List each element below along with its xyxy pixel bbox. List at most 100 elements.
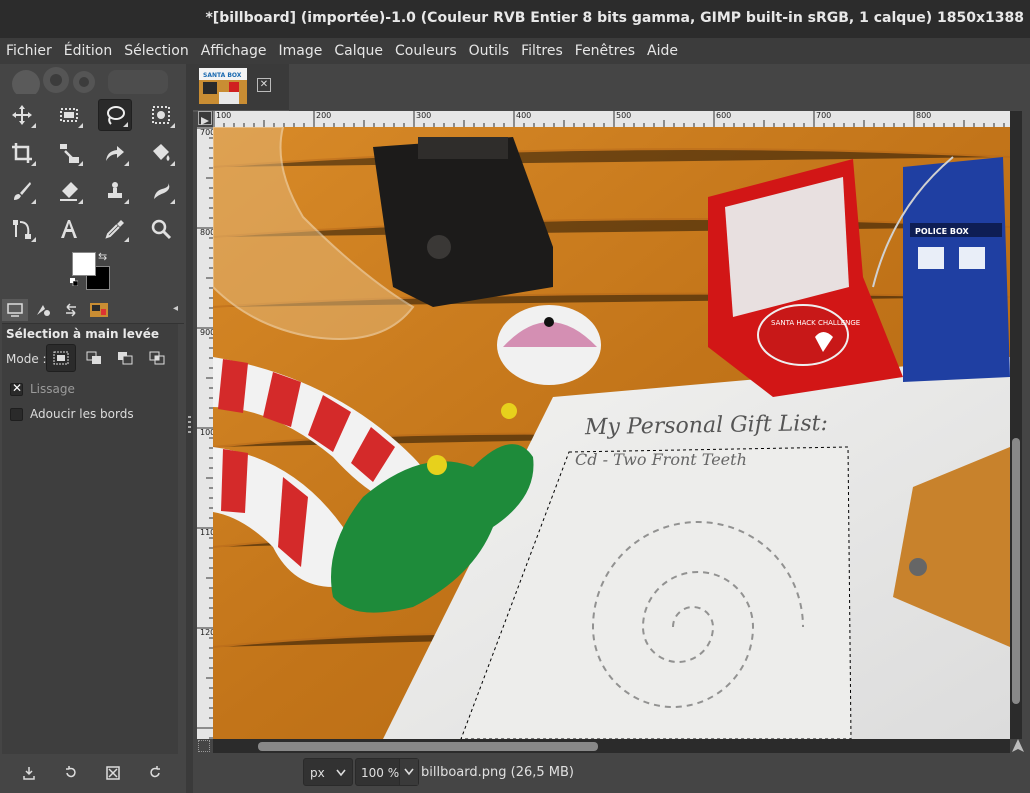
undo-history-icon — [66, 303, 76, 317]
h-ruler-label: 300 — [416, 111, 432, 120]
delete-tool-preset-button[interactable] — [102, 762, 124, 784]
v-ruler-label: 1000 — [200, 428, 213, 437]
menu-image[interactable]: Image — [273, 43, 329, 59]
gift-list-title: My Personal Gift List: — [584, 411, 828, 440]
bucket-fill-tool[interactable] — [144, 137, 178, 169]
tool-options-heading: Sélection à main levée — [6, 327, 160, 341]
h-ruler-label: 400 — [516, 111, 532, 120]
image-canvas[interactable]: My Personal Gift List: Cd - Two Front Te… — [213, 127, 1010, 739]
v-ruler-label: 900 — [200, 328, 213, 337]
horizontal-ruler[interactable]: 100 200 300 400 500 600 700 800 — [213, 111, 1010, 127]
v-ruler-label: 700 — [200, 128, 213, 137]
mode-subtract-button[interactable] — [110, 344, 140, 372]
h-ruler-label: 200 — [316, 111, 332, 120]
vertical-scrollbar[interactable] — [1010, 111, 1022, 739]
menu-affichage[interactable]: Affichage — [195, 43, 273, 59]
text-icon — [61, 220, 77, 238]
tab-tool-options[interactable] — [2, 299, 28, 321]
paths-tool[interactable] — [5, 213, 39, 245]
foreground-color-swatch[interactable] — [72, 252, 96, 276]
horizontal-scrollbar[interactable] — [213, 739, 1010, 753]
menu-edition[interactable]: Édition — [58, 43, 118, 59]
lasso-tool[interactable] — [98, 99, 132, 131]
menu-selection[interactable]: Sélection — [118, 43, 195, 59]
mode-subtract-icon — [118, 352, 133, 365]
separator-grip[interactable] — [188, 416, 191, 434]
navigate-arrow-icon — [201, 117, 209, 125]
save-tool-preset-button[interactable] — [18, 762, 40, 784]
mode-replace-button[interactable] — [46, 344, 76, 372]
swap-colors-icon[interactable]: ⇆ — [98, 250, 107, 263]
mode-intersect-button[interactable] — [142, 344, 172, 372]
tool-options-icon — [7, 303, 23, 317]
color-picker-tool[interactable] — [98, 213, 132, 245]
reset-colors-icon[interactable] — [70, 278, 78, 286]
feather-checkbox[interactable] — [10, 408, 23, 421]
coin-text: SANTA HACK CHALLENGE — [771, 319, 860, 327]
navigate-image-button[interactable] — [1010, 738, 1026, 754]
image-thumbnail-icon — [90, 303, 108, 317]
window-title: *[billboard] (importée)-1.0 (Couleur RVB… — [205, 10, 1024, 26]
chevron-down-icon — [404, 768, 414, 776]
image-tab-thumbnail: SANTA BOX — [199, 68, 247, 104]
menu-fenetres[interactable]: Fenêtres — [569, 43, 641, 59]
quick-mask-nav-button[interactable] — [198, 111, 212, 125]
feather-label: Adoucir les bords — [30, 407, 134, 421]
reset-icon — [150, 766, 160, 778]
fuzzy-select-tool[interactable] — [144, 99, 178, 131]
eraser-tool[interactable] — [52, 175, 86, 207]
warp-tool[interactable] — [98, 137, 132, 169]
h-ruler-label: 100 — [216, 111, 232, 120]
unit-select[interactable]: px — [303, 758, 353, 786]
horizontal-scrollbar-thumb[interactable] — [258, 742, 598, 751]
image-tab[interactable]: SANTA BOX ✕ — [193, 64, 289, 112]
menu-couleurs[interactable]: Couleurs — [389, 43, 463, 59]
menu-calque[interactable]: Calque — [328, 43, 389, 59]
zoom-icon — [151, 219, 172, 240]
wilber-logo — [8, 66, 178, 94]
vertical-scrollbar-thumb[interactable] — [1012, 438, 1020, 704]
delete-icon — [106, 766, 120, 780]
vertical-ruler[interactable]: 700 800 900 1000 1100 1200 — [197, 127, 213, 739]
panel-separator[interactable] — [186, 64, 193, 793]
tool-options-panel: Sélection à main levée Mode : Lissage Ad… — [2, 324, 178, 754]
move-tool[interactable] — [5, 99, 39, 131]
antialias-label: Lissage — [30, 382, 75, 396]
dock-menu-icon[interactable]: ◂ — [173, 303, 178, 314]
menu-fichier[interactable]: Fichier — [0, 43, 58, 59]
paintbrush-tool[interactable] — [5, 175, 39, 207]
zoom-select[interactable]: 100 % — [355, 758, 419, 786]
v-ruler-label: 800 — [200, 228, 213, 237]
menu-aide[interactable]: Aide — [641, 43, 684, 59]
rect-select-tool[interactable] — [52, 99, 86, 131]
restore-tool-preset-button[interactable] — [60, 762, 82, 784]
ruler-ticks — [213, 111, 1005, 127]
menu-outils[interactable]: Outils — [463, 43, 515, 59]
mode-label: Mode : — [6, 352, 47, 366]
tab-undo-history[interactable] — [58, 299, 84, 321]
reset-tool-options-button[interactable] — [144, 762, 166, 784]
smudge-tool[interactable] — [144, 175, 178, 207]
mode-add-button[interactable] — [79, 344, 109, 372]
transform-tool[interactable] — [52, 137, 86, 169]
mode-intersect-icon — [149, 351, 165, 365]
tab-device-status[interactable] — [30, 299, 56, 321]
clone-tool[interactable] — [98, 175, 132, 207]
zoom-dropdown-button[interactable] — [399, 759, 418, 785]
h-ruler-label: 700 — [816, 111, 832, 120]
menu-filtres[interactable]: Filtres — [515, 43, 569, 59]
device-status-icon — [37, 305, 50, 316]
antialias-checkbox[interactable] — [10, 381, 23, 396]
tab-images[interactable] — [86, 299, 112, 321]
h-ruler-label: 500 — [616, 111, 632, 120]
zoom-tool[interactable] — [144, 213, 178, 245]
toggle-quick-mask-button[interactable] — [198, 740, 210, 752]
close-tab-icon[interactable]: ✕ — [257, 78, 271, 92]
chevron-down-icon — [336, 769, 346, 777]
text-tool[interactable] — [52, 213, 86, 245]
crop-tool[interactable] — [5, 137, 39, 169]
navigate-icon — [1012, 739, 1024, 752]
title-bar: *[billboard] (importée)-1.0 (Couleur RVB… — [0, 0, 1030, 38]
mode-add-icon — [86, 351, 101, 364]
image-window: SANTA BOX ✕ 100 200 300 400 500 600 700 … — [193, 64, 1030, 793]
